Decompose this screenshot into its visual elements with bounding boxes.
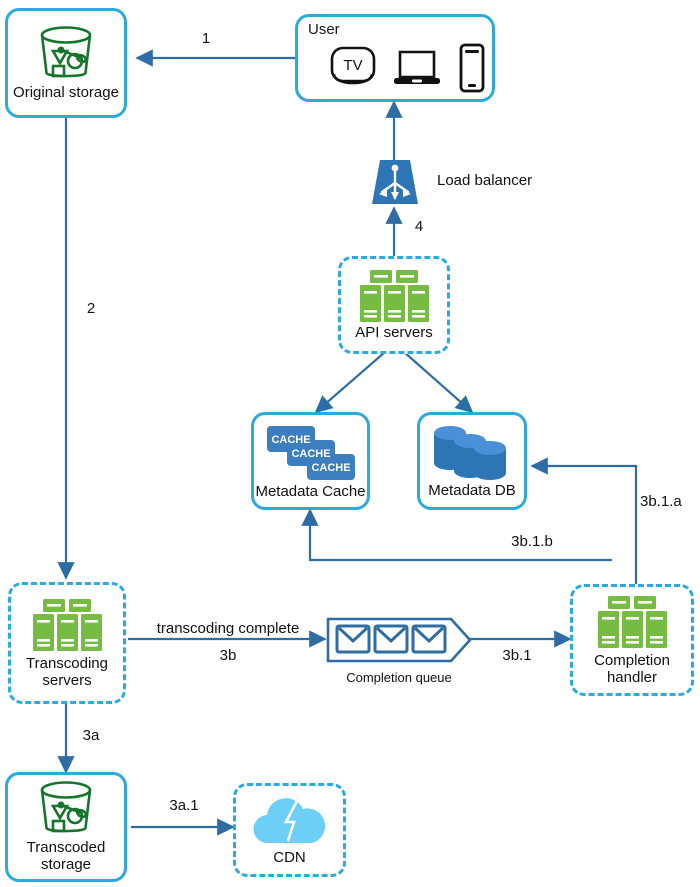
node-metadata-db[interactable]: Metadata DB bbox=[417, 412, 527, 510]
cloud-bolt-icon bbox=[246, 793, 334, 849]
edge-label-4: 4 bbox=[414, 218, 424, 235]
edge-label-3a: 3a bbox=[82, 727, 100, 744]
edge-label-2: 2 bbox=[86, 300, 96, 317]
node-label-metadata-db: Metadata DB bbox=[428, 481, 516, 499]
node-completion-handler[interactable]: Completion handler bbox=[570, 584, 694, 696]
node-label-metadata-cache: Metadata Cache bbox=[255, 482, 366, 500]
edge-label-3b1a: 3b.1.a bbox=[640, 493, 682, 510]
edge-label-3b: 3b bbox=[219, 647, 237, 664]
server-rack-icon bbox=[356, 268, 432, 324]
load-balancer-label: Load balancer bbox=[437, 172, 533, 189]
tv-label: TV bbox=[343, 57, 362, 74]
laptop-icon bbox=[394, 50, 440, 84]
server-rack-icon bbox=[594, 594, 670, 650]
edge-api-to-cache bbox=[314, 351, 386, 414]
tv-icon: TV bbox=[330, 46, 376, 85]
cache-card-text-2: CACHE bbox=[291, 448, 330, 460]
node-load-balancer[interactable] bbox=[368, 156, 422, 208]
queue-chevron-icon bbox=[326, 617, 472, 663]
node-transcoded-storage[interactable]: Transcoded storage bbox=[5, 772, 127, 882]
node-metadata-cache[interactable]: CACHE CACHE CACHE Metadata Cache bbox=[251, 412, 370, 510]
edge-handler-to-db bbox=[530, 457, 638, 584]
cache-cards-icon: CACHE CACHE CACHE bbox=[265, 424, 357, 484]
bucket-icon bbox=[33, 780, 99, 838]
node-label-user: User bbox=[308, 21, 340, 38]
node-label-original-storage: Original storage bbox=[13, 83, 119, 101]
server-rack-icon bbox=[29, 597, 105, 653]
cache-card-text-3: CACHE bbox=[311, 462, 350, 474]
edge-label-3b1b: 3b.1.b bbox=[511, 533, 553, 550]
node-label-api-servers: API servers bbox=[355, 324, 433, 342]
node-user[interactable]: User TV bbox=[295, 14, 495, 102]
load-balancer-icon bbox=[372, 160, 418, 204]
node-label-cdn: CDN bbox=[273, 849, 306, 867]
phone-icon bbox=[459, 43, 485, 93]
edge-api-to-db bbox=[403, 351, 474, 414]
node-api-servers[interactable]: API servers bbox=[338, 256, 450, 354]
database-cylinders-icon bbox=[430, 423, 514, 483]
node-completion-queue[interactable] bbox=[325, 615, 473, 665]
node-label-transcoding-servers: Transcoding servers bbox=[26, 654, 108, 689]
node-label-transcoded-storage: Transcoded storage bbox=[26, 839, 106, 873]
cache-card-text-1: CACHE bbox=[271, 434, 310, 446]
node-original-storage[interactable]: Original storage bbox=[5, 8, 127, 118]
bucket-icon bbox=[33, 25, 99, 83]
edge-label-3b1: 3b.1 bbox=[502, 647, 532, 664]
edge-label-transcoding-complete: transcoding complete bbox=[156, 620, 300, 637]
node-cdn[interactable]: CDN bbox=[233, 783, 346, 877]
node-label-completion-queue: Completion queue bbox=[346, 670, 452, 685]
devices-icon: TV bbox=[328, 43, 488, 93]
architecture-diagram: 1 2 4 Load balancer transcoding complete… bbox=[0, 0, 700, 887]
node-label-completion-handler: Completion handler bbox=[594, 651, 670, 686]
edge-label-3a1: 3a.1 bbox=[169, 797, 199, 814]
edge-label-1: 1 bbox=[201, 30, 211, 47]
node-transcoding-servers[interactable]: Transcoding servers bbox=[8, 582, 126, 704]
